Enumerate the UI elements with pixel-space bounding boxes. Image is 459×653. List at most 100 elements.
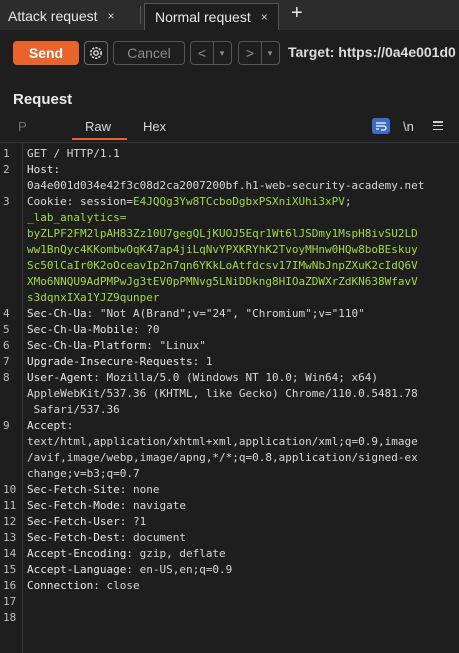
header-text: change;v=b3;q=0.7 bbox=[27, 467, 140, 480]
header-text: User-Agent bbox=[27, 371, 94, 384]
header-text: Sec-Fetch-Site bbox=[27, 483, 120, 496]
line-text: s3dqnxIXa1YJZ9qunper bbox=[27, 290, 159, 306]
header-text: /avif,image/webp,image/apng,*/*;q=0.8,ap… bbox=[27, 451, 418, 464]
header-text: Cookie: session= bbox=[27, 195, 133, 208]
cookie-value: E4JQQg3Yw8TCcboDgbxPSXniXUhi3xPV bbox=[132, 195, 345, 208]
line-text: Accept-Encoding: gzip, deflate bbox=[27, 546, 226, 562]
header-text: GET / HTTP/1.1 bbox=[27, 147, 120, 160]
line-text: GET / HTTP/1.1 bbox=[27, 146, 120, 162]
header-text: Sec-Ch-Ua-Platform bbox=[27, 339, 147, 352]
line-number: 6 bbox=[3, 339, 10, 352]
chevron-down-icon[interactable]: ▾ bbox=[213, 42, 230, 64]
tab-raw[interactable]: Raw bbox=[85, 119, 111, 134]
send-button[interactable]: Send bbox=[13, 41, 79, 65]
header-text: Upgrade-Insecure-Requests bbox=[27, 355, 193, 368]
line-text: Safari/537.36 bbox=[27, 402, 120, 418]
header-text: ; bbox=[344, 195, 352, 208]
line-number: 14 bbox=[3, 547, 17, 560]
line-text: ww1BnQyc4KKombwOqK47ap4jiLqNvYPXKRYhK2Tv… bbox=[27, 242, 418, 258]
request-view-tabs: P Raw Hex \n bbox=[0, 116, 459, 140]
tab-divider bbox=[140, 6, 141, 24]
line-text: Sec-Fetch-User: ?1 bbox=[27, 514, 146, 530]
cookie-value: Sc50lCaIr0K2oOceavIp2n7qn6YKkLoAtfdcsv17… bbox=[27, 259, 418, 272]
line-text: text/html,application/xhtml+xml,applicat… bbox=[27, 434, 418, 450]
header-text: Sec-Ch-Ua bbox=[27, 307, 87, 320]
request-toolbar: Send Cancel < ▾ > ▾ Target: https://0a4e… bbox=[0, 30, 459, 76]
newline-toggle[interactable]: \n bbox=[403, 119, 414, 134]
line-text: Sec-Ch-Ua-Mobile: ?0 bbox=[27, 322, 159, 338]
gear-icon bbox=[90, 47, 102, 59]
line-number: 11 bbox=[3, 499, 17, 512]
close-icon[interactable]: × bbox=[108, 9, 115, 23]
forward-arrow-icon: > bbox=[245, 45, 255, 61]
header-text: text/html,application/xhtml+xml,applicat… bbox=[27, 435, 418, 448]
line-text: AppleWebKit/537.36 (KHTML, like Gecko) C… bbox=[27, 386, 418, 402]
pane-title: Request bbox=[13, 91, 73, 108]
tab-hex[interactable]: Hex bbox=[143, 119, 166, 134]
line-number: 9 bbox=[3, 419, 10, 432]
history-forward-button[interactable]: > ▾ bbox=[238, 41, 280, 65]
close-icon[interactable]: × bbox=[261, 10, 268, 24]
word-wrap-toggle[interactable] bbox=[372, 118, 390, 134]
line-number: 18 bbox=[3, 611, 17, 624]
header-text: : ?1 bbox=[119, 515, 147, 528]
cookie-value: byZLPF2FM2lpAH83Zz10U7gegQLjKUOJ5Eqr1Wt6… bbox=[27, 227, 418, 240]
header-text: : 1 bbox=[192, 355, 213, 368]
tab-label: Normal request bbox=[155, 9, 251, 25]
header-text: : ?0 bbox=[132, 323, 160, 336]
line-text: Accept: bbox=[27, 418, 73, 434]
back-arrow-icon: < bbox=[197, 45, 207, 61]
tab-pretty[interactable]: P bbox=[18, 119, 27, 134]
line-number: 2 bbox=[3, 163, 10, 176]
header-text: : en-US,en;q=0.9 bbox=[126, 563, 233, 576]
header-text: : navigate bbox=[119, 499, 186, 512]
header-text: Sec-Fetch-Mode bbox=[27, 499, 120, 512]
line-text: Sc50lCaIr0K2oOceavIp2n7qn6YKkLoAtfdcsv17… bbox=[27, 258, 418, 274]
line-number: 15 bbox=[3, 563, 17, 576]
header-text: Sec-Ch-Ua-Mobile bbox=[27, 323, 133, 336]
chevron-down-icon[interactable]: ▾ bbox=[261, 42, 278, 64]
line-text: Upgrade-Insecure-Requests: 1 bbox=[27, 354, 212, 370]
history-back-button[interactable]: < ▾ bbox=[190, 41, 232, 65]
line-number: 7 bbox=[3, 355, 10, 368]
line-number: 13 bbox=[3, 531, 17, 544]
header-text: Accept-Encoding bbox=[27, 547, 127, 560]
cookie-value: _lab_analytics= bbox=[27, 211, 127, 224]
cancel-button[interactable]: Cancel bbox=[113, 41, 185, 65]
target-url[interactable]: Target: https://0a4e001d0 bbox=[288, 44, 456, 60]
line-number: 12 bbox=[3, 515, 17, 528]
header-text: Safari/537.36 bbox=[27, 403, 120, 416]
tab-strip: Attack request × Normal request × + bbox=[0, 0, 459, 30]
line-number: 16 bbox=[3, 579, 17, 592]
header-text: : "Not A(Brand";v="24", "Chromium";v="11… bbox=[86, 307, 365, 320]
header-text: : bbox=[66, 419, 74, 432]
line-number: 10 bbox=[3, 483, 17, 496]
tab-attack-request[interactable]: Attack request × bbox=[8, 3, 115, 29]
header-text: Accept bbox=[27, 419, 67, 432]
line-number: 1 bbox=[3, 147, 10, 160]
settings-button[interactable] bbox=[84, 41, 108, 65]
header-text: : document bbox=[119, 531, 186, 544]
line-text: Sec-Fetch-Site: none bbox=[27, 482, 159, 498]
word-wrap-icon bbox=[376, 122, 387, 131]
line-text: change;v=b3;q=0.7 bbox=[27, 466, 140, 482]
tab-label: Attack request bbox=[8, 8, 98, 24]
line-text: User-Agent: Mozilla/5.0 (Windows NT 10.0… bbox=[27, 370, 378, 386]
header-text: : "Linux" bbox=[146, 339, 206, 352]
line-text: Sec-Fetch-Mode: navigate bbox=[27, 498, 186, 514]
new-tab-plus-icon[interactable]: + bbox=[291, 2, 303, 25]
line-number: 17 bbox=[3, 595, 17, 608]
line-text: _lab_analytics= bbox=[27, 210, 126, 226]
header-text: AppleWebKit/537.36 (KHTML, like Gecko) C… bbox=[27, 387, 418, 400]
header-text: : Mozilla/5.0 (Windows NT 10.0; Win64; x… bbox=[93, 371, 379, 384]
active-tab-indicator bbox=[72, 138, 127, 140]
request-editor[interactable]: 1 GET / HTTP/1.1 2 Host: 0a4e001d034e42f3c08… bbox=[0, 142, 459, 653]
tab-normal-request[interactable]: Normal request × bbox=[144, 3, 279, 30]
menu-icon[interactable] bbox=[433, 119, 443, 132]
header-text: Host: bbox=[27, 163, 61, 176]
header-text: Connection bbox=[27, 579, 94, 592]
header-text: Sec-Fetch-Dest bbox=[27, 531, 120, 544]
line-number: 3 bbox=[3, 195, 10, 208]
header-text: Sec-Fetch-User bbox=[27, 515, 120, 528]
line-text: /avif,image/webp,image/apng,*/*;q=0.8,ap… bbox=[27, 450, 418, 466]
